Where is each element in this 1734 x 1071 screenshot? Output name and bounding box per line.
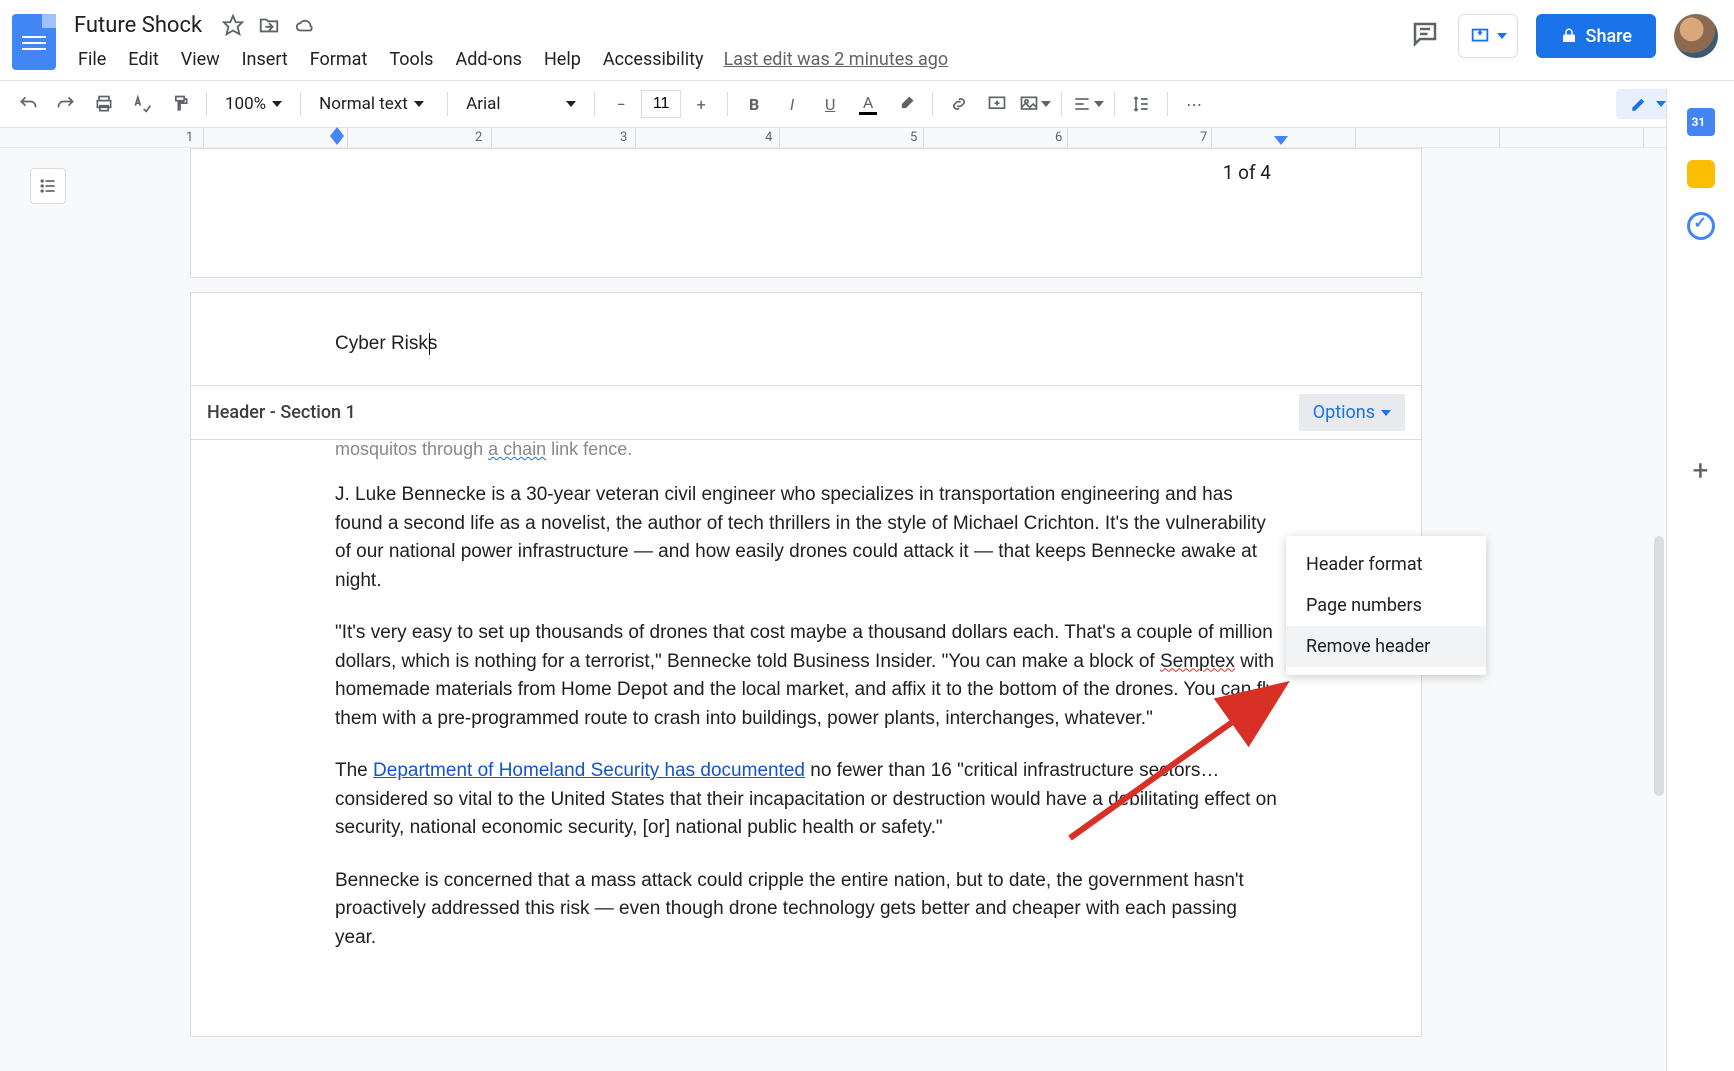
move-icon[interactable] bbox=[258, 14, 280, 36]
share-button[interactable]: Share bbox=[1536, 14, 1656, 58]
menu-bar: File Edit View Insert Format Tools Add-o… bbox=[68, 42, 1410, 76]
more-button[interactable]: ⋯ bbox=[1176, 86, 1212, 122]
menu-help[interactable]: Help bbox=[534, 45, 591, 74]
header-options-button[interactable]: Options bbox=[1299, 394, 1405, 431]
menu-format[interactable]: Format bbox=[300, 45, 378, 74]
paragraph: J. Luke Bennecke is a 30-year veteran ci… bbox=[335, 481, 1277, 595]
undo-button[interactable] bbox=[10, 86, 46, 122]
share-label: Share bbox=[1586, 26, 1632, 47]
cloud-status-icon[interactable] bbox=[294, 14, 316, 36]
header-section-label: Header - Section 1 bbox=[207, 402, 356, 423]
menu-insert[interactable]: Insert bbox=[232, 45, 298, 74]
page-current[interactable]: Cyber Risks Header - Section 1 Options m… bbox=[190, 292, 1422, 1037]
account-avatar[interactable] bbox=[1674, 14, 1718, 58]
comment-history-icon[interactable] bbox=[1410, 19, 1440, 53]
italic-button[interactable]: I bbox=[774, 86, 810, 122]
header-label-bar: Header - Section 1 Options bbox=[191, 385, 1421, 440]
font-size-decrease[interactable]: − bbox=[603, 86, 639, 122]
last-edit-link[interactable]: Last edit was 2 minutes ago bbox=[724, 49, 949, 70]
present-button[interactable] bbox=[1458, 14, 1518, 58]
align-button[interactable] bbox=[1070, 86, 1106, 122]
document-body[interactable]: mosquitos through a chain link fence. J.… bbox=[191, 436, 1421, 1036]
menu-edit[interactable]: Edit bbox=[118, 45, 168, 74]
header-text: Cyber Risks bbox=[335, 333, 437, 354]
paragraph-style-select[interactable]: Normal text bbox=[309, 94, 439, 114]
menu-accessibility[interactable]: Accessibility bbox=[593, 45, 714, 74]
menu-tools[interactable]: Tools bbox=[379, 45, 443, 74]
print-button[interactable] bbox=[86, 86, 122, 122]
tasks-icon[interactable] bbox=[1687, 212, 1715, 240]
calendar-icon[interactable] bbox=[1687, 108, 1715, 136]
redo-button[interactable] bbox=[48, 86, 84, 122]
menu-header-format[interactable]: Header format bbox=[1286, 544, 1486, 585]
menu-remove-header[interactable]: Remove header bbox=[1286, 626, 1486, 667]
spelling-error: Semptex bbox=[1160, 651, 1235, 672]
font-size-increase[interactable]: + bbox=[683, 86, 719, 122]
highlight-color-button[interactable] bbox=[888, 86, 924, 122]
zoom-select[interactable]: 100% bbox=[215, 94, 292, 114]
vertical-scrollbar[interactable] bbox=[1654, 536, 1664, 796]
paragraph: Bennecke is concerned that a mass attack… bbox=[335, 867, 1277, 953]
chevron-down-icon bbox=[414, 101, 424, 107]
font-select[interactable]: Arial bbox=[456, 94, 586, 114]
line-spacing-button[interactable] bbox=[1123, 86, 1159, 122]
add-addon-icon[interactable]: + bbox=[1693, 454, 1709, 487]
chevron-down-icon bbox=[1381, 410, 1391, 416]
outline-toggle-button[interactable] bbox=[30, 168, 66, 204]
title-bar: Future Shock File Edit View Insert Forma… bbox=[0, 0, 1734, 80]
menu-view[interactable]: View bbox=[171, 45, 230, 74]
right-indent-marker[interactable] bbox=[1274, 136, 1288, 145]
document-canvas[interactable]: 1 of 4 Cyber Risks Header - Section 1 Op… bbox=[0, 148, 1666, 1071]
toolbar: 100% Normal text Arial − + B I U A ⋯ bbox=[0, 80, 1734, 128]
menu-page-numbers[interactable]: Page numbers bbox=[1286, 585, 1486, 626]
page-number: 1 of 4 bbox=[1223, 161, 1271, 184]
paragraph: The Department of Homeland Security has … bbox=[335, 757, 1277, 843]
chevron-down-icon bbox=[272, 101, 282, 107]
menu-file[interactable]: File bbox=[68, 45, 116, 74]
chevron-down-icon bbox=[1497, 33, 1507, 39]
font-size-input[interactable] bbox=[641, 90, 681, 118]
chevron-down-icon bbox=[1656, 101, 1666, 107]
menu-addons[interactable]: Add-ons bbox=[445, 45, 532, 74]
body-link[interactable]: Department of Homeland Security has docu… bbox=[373, 760, 805, 781]
header-options-menu: Header format Page numbers Remove header bbox=[1286, 536, 1486, 675]
text-cursor bbox=[429, 333, 430, 355]
docs-home-icon[interactable] bbox=[12, 14, 56, 70]
ruler[interactable]: 1 2 3 4 5 6 7 bbox=[0, 128, 1734, 148]
document-title[interactable]: Future Shock bbox=[68, 11, 208, 40]
insert-link-button[interactable] bbox=[941, 86, 977, 122]
star-icon[interactable] bbox=[222, 14, 244, 36]
insert-image-button[interactable] bbox=[1017, 86, 1053, 122]
bold-button[interactable]: B bbox=[736, 86, 772, 122]
chevron-down-icon bbox=[566, 101, 576, 107]
keep-icon[interactable] bbox=[1687, 160, 1715, 188]
spellcheck-button[interactable] bbox=[124, 86, 160, 122]
underline-button[interactable]: U bbox=[812, 86, 848, 122]
side-panel: + bbox=[1666, 88, 1734, 1071]
add-comment-button[interactable] bbox=[979, 86, 1015, 122]
text-color-button[interactable]: A bbox=[850, 86, 886, 122]
paragraph: "It's very easy to set up thousands of d… bbox=[335, 619, 1277, 733]
paint-format-button[interactable] bbox=[162, 86, 198, 122]
header-area[interactable]: Cyber Risks bbox=[191, 293, 1421, 385]
page-previous[interactable]: 1 of 4 bbox=[190, 148, 1422, 278]
